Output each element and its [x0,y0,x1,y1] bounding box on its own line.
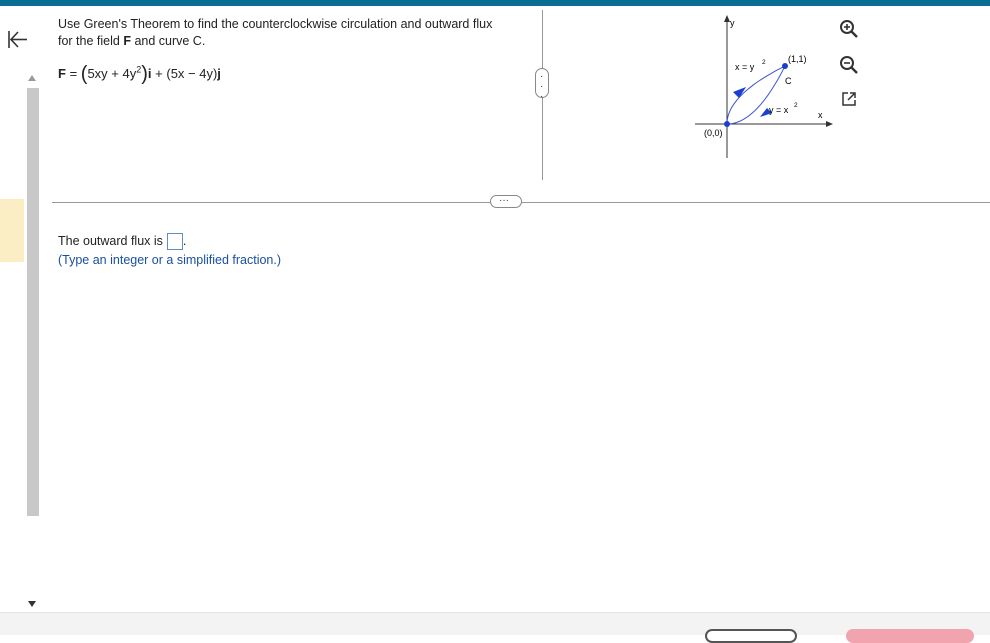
answer-label: The outward flux is [58,234,163,248]
point-label: (1,1) [788,54,807,64]
scrollbar-thumb[interactable] [27,88,39,516]
zoom-out-button[interactable] [838,54,860,76]
upper-curve [726,65,786,125]
curve-label: C [785,76,792,86]
popout-button[interactable] [838,88,860,110]
back-to-start-button[interactable] [6,28,30,52]
horizontal-pane-resize-handle[interactable]: ··· [490,195,522,208]
answer-suffix: . [182,234,187,248]
question-text: Use Green's Theorem to find the counterc… [58,17,493,31]
formula-unit-j: j [217,66,221,81]
question-text-pre: for the field [58,34,124,48]
popout-icon [842,92,856,106]
zoom-in-button[interactable] [838,18,860,40]
formula-term2: + (5x − 4y) [151,66,218,81]
bottom-primary-button[interactable] [846,629,974,643]
question-text-line2: for the field F and curve C. [58,33,205,49]
scroll-down-arrow-icon[interactable] [27,600,37,608]
formula-paren-close: ) [141,63,148,85]
region-graph: y x (0,0) (1,1) C x = y 2 y = x 2 [695,15,833,158]
formula-lhs: F [58,66,66,81]
x-axis-label: x [818,110,823,120]
flux-answer-input[interactable] [166,233,183,250]
handle-dots: ··· [540,71,544,102]
origin-label: (0,0) [704,128,723,138]
lower-curve [726,65,786,125]
top-accent-bar [0,0,990,6]
bottom-bar [0,612,990,635]
upper-curve-label: x = y [735,62,755,72]
current-question-marker [0,199,24,262]
answer-line: The outward flux is. [58,233,186,250]
vertical-pane-resize-handle[interactable]: · · · [535,68,549,102]
vector-field-formula: F = (5xy + 4y2)i + (5x − 4y)j [58,63,221,86]
handle-dots: ··· [499,195,509,206]
formula-term1: 5xy + 4y [87,66,137,81]
question-text-post: and curve C. [130,34,206,48]
scroll-up-arrow-icon[interactable] [27,74,37,82]
field-symbol: F [123,34,131,48]
zoom-out-icon [840,56,858,74]
y-axis-label: y [730,18,735,28]
bottom-secondary-button[interactable] [705,629,797,643]
answer-hint: (Type an integer or a simplified fractio… [58,253,282,267]
formula-equals: = [65,66,81,81]
upper-curve-exponent: 2 [762,59,766,66]
origin-point [724,121,730,127]
zoom-in-icon [840,20,858,38]
lower-curve-label: y = x [769,105,789,115]
lower-curve-exponent: 2 [794,102,798,109]
back-to-start-icon [8,31,27,48]
